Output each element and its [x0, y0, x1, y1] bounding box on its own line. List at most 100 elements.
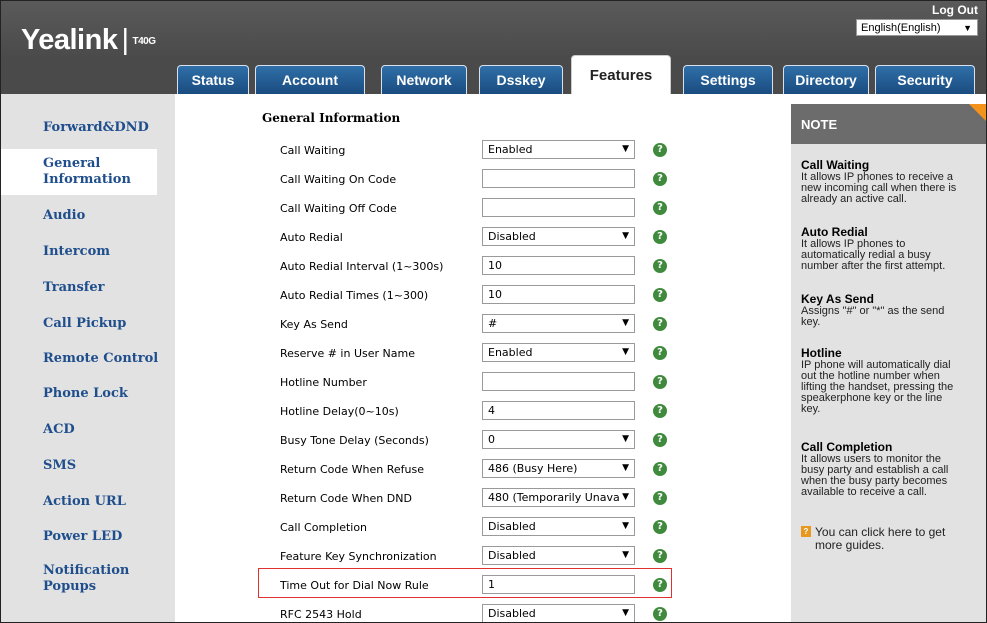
question-circle-icon[interactable]: ?: [653, 317, 667, 331]
question-circle-icon[interactable]: ?: [653, 230, 667, 244]
tab-dsskey[interactable]: Dsskey: [479, 65, 563, 94]
question-circle-icon[interactable]: ?: [653, 549, 667, 563]
sidebar-item-forward-dnd[interactable]: Forward&DND: [1, 120, 175, 136]
sidebar-item-power-led[interactable]: Power LED: [1, 529, 175, 545]
row-label: Return Code When DND: [280, 492, 412, 505]
main-tabs: Status Account Network Dsskey Features S…: [1, 55, 986, 94]
question-circle-icon[interactable]: ?: [653, 172, 667, 186]
note-text: It allows IP phones to receive a new inc…: [801, 171, 957, 205]
row-label: Call Waiting Off Code: [280, 202, 397, 215]
section-title: General Information: [262, 111, 401, 125]
tab-network[interactable]: Network: [381, 65, 467, 94]
row-label: Call Completion: [280, 521, 368, 534]
busy-tone-delay-select[interactable]: 0 ▼: [482, 430, 635, 449]
chevron-down-icon: ▼: [620, 228, 629, 245]
question-circle-icon[interactable]: ?: [653, 491, 667, 505]
question-circle-icon[interactable]: ?: [653, 259, 667, 273]
guide-book-icon: ?: [801, 526, 811, 537]
note-title: NOTE: [801, 117, 838, 132]
select-value: Enabled: [488, 346, 533, 359]
header: Yealink | T40G Log Out English(English) ▼ …: [1, 1, 986, 94]
note-section: Auto Redial It allows IP phones to autom…: [801, 226, 981, 272]
select-value: Disabled: [488, 230, 536, 243]
call-waiting-off-code-input[interactable]: [482, 198, 635, 217]
chevron-down-icon: ▼: [620, 460, 629, 477]
sidebar-item-call-pickup[interactable]: Call Pickup: [1, 316, 175, 332]
rfc-2543-hold-select[interactable]: Disabled ▼: [482, 604, 635, 622]
note-text: Assigns "#" or "*" as the send key.: [801, 305, 945, 328]
question-circle-icon[interactable]: ?: [653, 607, 667, 621]
note-text: It allows users to monitor the busy part…: [801, 453, 949, 498]
question-circle-icon[interactable]: ?: [653, 433, 667, 447]
chevron-down-icon: ▼: [963, 23, 972, 33]
row-label: Auto Redial: [280, 231, 343, 244]
question-circle-icon[interactable]: ?: [653, 288, 667, 302]
note-section: Key As Send Assigns "#" or "*" as the se…: [801, 293, 981, 328]
model-name: T40G: [132, 35, 157, 47]
question-circle-icon[interactable]: ?: [653, 462, 667, 476]
tab-settings[interactable]: Settings: [683, 65, 773, 94]
sidebar: Forward&DND General Information Audio In…: [1, 94, 175, 622]
hotline-delay-input[interactable]: 4: [482, 401, 635, 420]
auto-redial-times-input[interactable]: 10: [482, 285, 635, 304]
row-label: Reserve # in User Name: [280, 347, 415, 360]
chevron-down-icon: ▼: [620, 315, 629, 332]
question-circle-icon[interactable]: ?: [653, 520, 667, 534]
sidebar-item-phone-lock[interactable]: Phone Lock: [1, 386, 175, 402]
select-value: 0: [488, 433, 495, 446]
sidebar-item-audio[interactable]: Audio: [1, 208, 175, 224]
sidebar-item-transfer[interactable]: Transfer: [1, 280, 175, 296]
tab-features[interactable]: Features: [571, 55, 671, 94]
note-header: NOTE: [791, 104, 986, 144]
sidebar-item-remote-control[interactable]: Remote Control: [1, 351, 175, 367]
question-circle-icon[interactable]: ?: [653, 375, 667, 389]
row-label: Call Waiting: [280, 144, 346, 157]
row-label: Time Out for Dial Now Rule: [280, 579, 429, 592]
call-waiting-select[interactable]: Enabled ▼: [482, 140, 635, 159]
sidebar-item-action-url[interactable]: Action URL: [1, 494, 175, 510]
question-circle-icon[interactable]: ?: [653, 578, 667, 592]
call-completion-select[interactable]: Disabled ▼: [482, 517, 635, 536]
tab-status[interactable]: Status: [177, 65, 249, 94]
brand-name: Yealink: [21, 24, 118, 56]
sidebar-item-intercom[interactable]: Intercom: [1, 244, 175, 260]
note-section: Hotline IP phone will automatically dial…: [801, 347, 981, 415]
chevron-down-icon: ▼: [620, 518, 629, 535]
question-circle-icon[interactable]: ?: [653, 346, 667, 360]
guide-link[interactable]: ? You can click here to get more guides.: [801, 526, 981, 552]
auto-redial-interval-input[interactable]: 10: [482, 256, 635, 275]
feature-key-sync-select[interactable]: Disabled ▼: [482, 546, 635, 565]
tab-security[interactable]: Security: [875, 65, 975, 94]
sidebar-item-sms[interactable]: SMS: [1, 458, 175, 474]
row-label: Call Waiting On Code: [280, 173, 397, 186]
browser-frame: Yealink | T40G Log Out English(English) ▼ …: [0, 0, 987, 623]
guide-text: You can click here to get more guides.: [815, 525, 946, 552]
note-text: It allows IP phones to automatically red…: [801, 238, 946, 272]
call-waiting-on-code-input[interactable]: [482, 169, 635, 188]
sidebar-item-general-information[interactable]: General Information: [1, 149, 157, 195]
row-label: Auto Redial Interval (1~300s): [280, 260, 444, 273]
question-circle-icon[interactable]: ?: [653, 201, 667, 215]
return-code-dnd-select[interactable]: 480 (Temporarily Unava ▼: [482, 488, 635, 507]
row-label: RFC 2543 Hold: [280, 608, 362, 621]
language-select[interactable]: English(English) ▼: [856, 19, 978, 36]
auto-redial-select[interactable]: Disabled ▼: [482, 227, 635, 246]
sidebar-item-acd[interactable]: ACD: [1, 422, 175, 438]
return-code-refuse-select[interactable]: 486 (Busy Here) ▼: [482, 459, 635, 478]
logout-link[interactable]: Log Out: [932, 3, 978, 17]
question-circle-icon[interactable]: ?: [653, 143, 667, 157]
hotline-number-input[interactable]: [482, 372, 635, 391]
tab-account[interactable]: Account: [255, 65, 365, 94]
sidebar-item-notification-popups[interactable]: Notification Popups: [1, 563, 175, 595]
dial-now-timeout-input[interactable]: 1: [482, 575, 635, 594]
select-value: Disabled: [488, 549, 536, 562]
tab-directory[interactable]: Directory: [783, 65, 869, 94]
select-value: 486 (Busy Here): [488, 462, 578, 475]
reserve-hash-select[interactable]: Enabled ▼: [482, 343, 635, 362]
key-as-send-select[interactable]: # ▼: [482, 314, 635, 333]
select-value: Disabled: [488, 520, 536, 533]
chevron-down-icon: ▼: [620, 547, 629, 564]
question-circle-icon[interactable]: ?: [653, 404, 667, 418]
main-content: General Information Call Waiting Enabled…: [175, 94, 781, 622]
row-label: Hotline Number: [280, 376, 367, 389]
